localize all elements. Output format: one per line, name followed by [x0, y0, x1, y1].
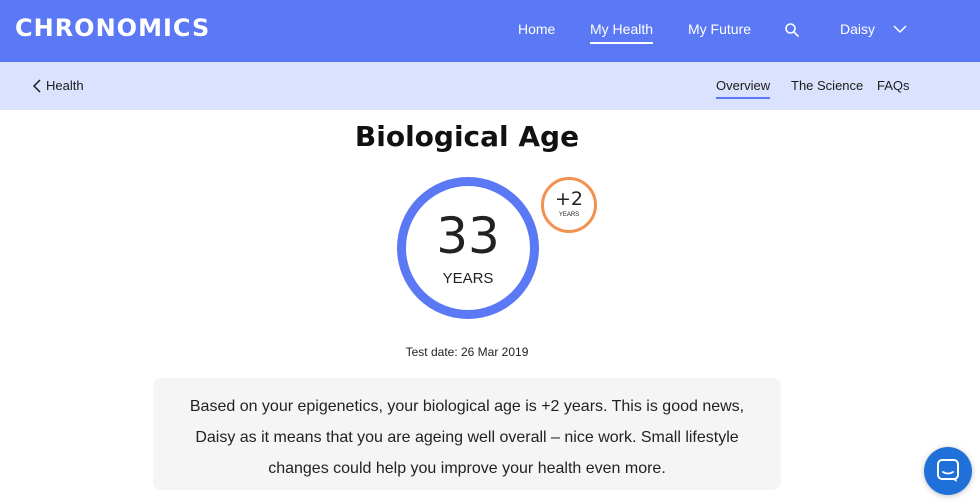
search-icon[interactable]	[784, 22, 800, 38]
age-difference-unit: YEARS	[558, 212, 580, 218]
user-menu-name[interactable]: Daisy	[840, 21, 875, 37]
nav-my-health[interactable]: My Health	[590, 21, 654, 44]
back-link-label: Health	[46, 78, 84, 93]
chat-icon	[937, 459, 959, 482]
chevron-down-icon[interactable]	[893, 24, 907, 34]
biological-age-unit: YEARS	[442, 270, 494, 287]
chat-launcher-button[interactable]	[924, 447, 972, 495]
top-nav-bar: CHRONOMICS Home My Health My Future Dais…	[0, 0, 980, 62]
page-title: Biological Age	[354, 120, 580, 153]
tab-overview[interactable]: Overview	[716, 78, 771, 99]
age-difference-value: +2	[554, 188, 583, 210]
brand-logo[interactable]: CHRONOMICS	[15, 14, 210, 42]
test-date: Test date: 26 Mar 2019	[405, 345, 529, 359]
back-to-health-link[interactable]: Health	[32, 78, 84, 93]
sub-nav-bar: Health Overview The Science FAQs	[0, 62, 980, 110]
nav-home[interactable]: Home	[518, 21, 555, 37]
tab-the-science[interactable]: The Science	[791, 78, 863, 93]
nav-my-future[interactable]: My Future	[688, 21, 751, 37]
tab-faqs[interactable]: FAQs	[877, 78, 910, 93]
biological-age-value: 33	[436, 207, 500, 265]
chevron-left-icon	[32, 78, 41, 93]
summary-text: Based on your epigenetics, your biologic…	[189, 398, 745, 477]
